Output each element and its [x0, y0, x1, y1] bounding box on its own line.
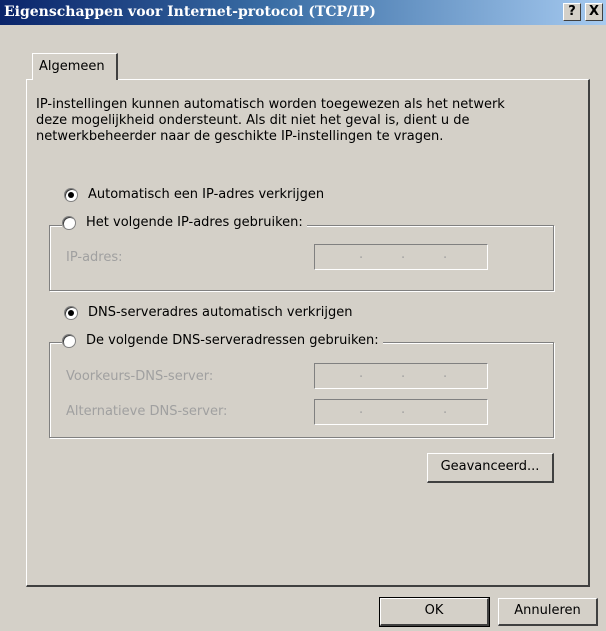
- dns-manual-label: De volgende DNS-serveradressen gebruiken…: [86, 333, 379, 348]
- tab-algemeen[interactable]: Algemeen: [32, 53, 118, 80]
- preferred-dns-label: Voorkeurs-DNS-server:: [66, 369, 214, 384]
- title-bar: Eigenschappen voor Internet-protocol (TC…: [0, 0, 606, 25]
- advanced-button[interactable]: Geavanceerd...: [427, 453, 554, 483]
- dns-auto-label: DNS-serveradres automatisch verkrijgen: [88, 305, 353, 320]
- ip-dot: .: [401, 247, 406, 262]
- window-title: Eigenschappen voor Internet-protocol (TC…: [4, 4, 376, 20]
- help-button[interactable]: ?: [563, 3, 581, 21]
- ip-auto-label: Automatisch een IP-adres verkrijgen: [88, 187, 325, 202]
- ip-dot: .: [443, 247, 448, 262]
- dns-manual-radio[interactable]: [62, 333, 76, 348]
- description-text: IP-instellingen kunnen automatisch worde…: [36, 97, 505, 144]
- ip-address-field[interactable]: . . .: [314, 244, 488, 270]
- dns-auto-option[interactable]: DNS-serveradres automatisch verkrijgen: [64, 305, 357, 320]
- tab-label: Algemeen: [39, 59, 105, 74]
- preferred-dns-field[interactable]: . . .: [314, 363, 488, 389]
- alternate-dns-label: Alternatieve DNS-server:: [66, 404, 228, 419]
- ip-address-label: IP-adres:: [66, 250, 123, 265]
- dns-manual-option[interactable]: De volgende DNS-serveradressen gebruiken…: [62, 333, 383, 348]
- ip-manual-option[interactable]: Het volgende IP-adres gebruiken:: [62, 215, 307, 230]
- ip-manual-radio[interactable]: [62, 215, 76, 230]
- ip-auto-radio[interactable]: [64, 187, 78, 202]
- close-button[interactable]: X: [585, 3, 603, 21]
- dns-auto-radio[interactable]: [64, 305, 78, 320]
- alternate-dns-field[interactable]: . . .: [314, 399, 488, 425]
- ip-dot: .: [359, 247, 364, 262]
- ip-dot: .: [443, 402, 448, 417]
- ok-button[interactable]: OK: [379, 597, 490, 627]
- ip-dot: .: [443, 366, 448, 381]
- ip-dot: .: [401, 402, 406, 417]
- ip-dot: .: [359, 402, 364, 417]
- ip-auto-option[interactable]: Automatisch een IP-adres verkrijgen: [64, 187, 329, 202]
- ip-dot: .: [401, 366, 406, 381]
- ip-dot: .: [359, 366, 364, 381]
- cancel-button[interactable]: Annuleren: [498, 598, 598, 626]
- ip-manual-label: Het volgende IP-adres gebruiken:: [86, 215, 303, 230]
